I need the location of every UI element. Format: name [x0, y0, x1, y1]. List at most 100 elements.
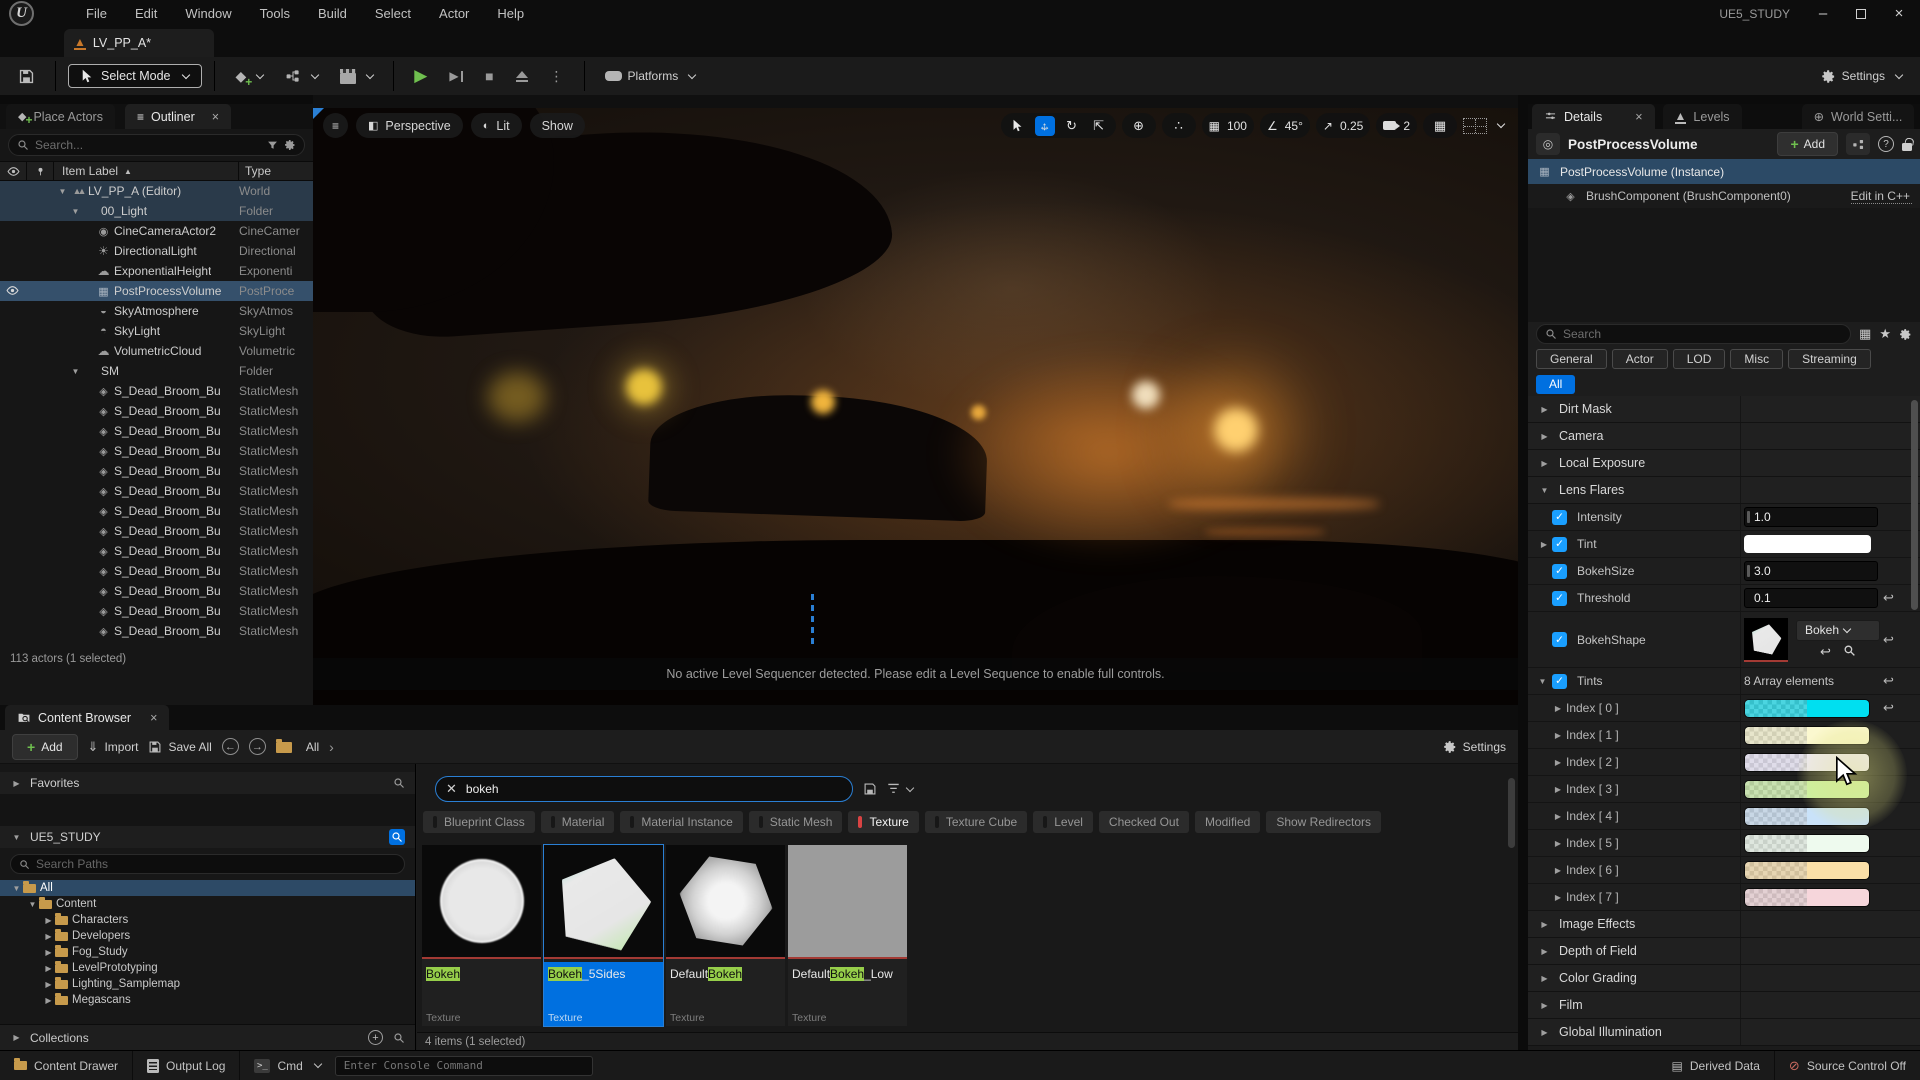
tint-array-row[interactable]: Index [ 7 ]	[1528, 884, 1920, 911]
tint-array-row[interactable]: Index [ 4 ]	[1528, 803, 1920, 830]
rotation-snap-control[interactable]: ∠45°	[1260, 113, 1310, 138]
category-filter-button[interactable]: General	[1536, 349, 1607, 369]
surface-snap-icon[interactable]: ∴	[1169, 116, 1189, 136]
tint-array-row[interactable]: Index [ 1 ]	[1528, 722, 1920, 749]
collections-search-icon[interactable]	[393, 1032, 405, 1044]
filter-chip[interactable]: Material	[541, 811, 615, 833]
display-mode-icon[interactable]: ▦	[1859, 326, 1871, 342]
use-selected-asset-icon[interactable]: ↩	[1820, 644, 1831, 660]
unreal-logo-icon[interactable]: U	[9, 1, 34, 26]
maximize-viewport-icon[interactable]: ▦	[1430, 116, 1450, 136]
details-section-collapsed[interactable]: Film	[1528, 992, 1920, 1019]
folder-tree-item[interactable]: Lighting_Samplemap	[0, 976, 415, 992]
checkbox[interactable]: ✓	[1552, 564, 1567, 579]
content-settings-button[interactable]: Settings	[1443, 740, 1506, 754]
tint-array-row[interactable]: Index [ 0 ] ↩	[1528, 695, 1920, 722]
revert-icon[interactable]: ↩	[1883, 590, 1894, 606]
details-section-collapsed[interactable]: Color Grading	[1528, 965, 1920, 992]
outliner-row[interactable]: S_Dead_Broom_Bu StaticMesh	[0, 621, 313, 641]
import-button[interactable]: ⇓Import	[88, 739, 139, 755]
derived-data-button[interactable]: ▤ Derived Data	[1658, 1051, 1775, 1080]
tint-color-swatch[interactable]	[1744, 807, 1870, 826]
pin-column-icon[interactable]	[26, 162, 54, 180]
outliner-row[interactable]: S_Dead_Broom_Bu StaticMesh	[0, 401, 313, 421]
help-icon[interactable]: ?	[1878, 136, 1894, 152]
viewport-menu-button[interactable]: ≡	[323, 113, 348, 138]
grid-snap-control[interactable]: ▦100	[1202, 113, 1254, 138]
component-row[interactable]: BrushComponent (BrushComponent0) Edit in…	[1528, 184, 1920, 208]
move-tool-icon[interactable]	[1035, 116, 1055, 136]
tint-array-row[interactable]: Index [ 6 ]	[1528, 857, 1920, 884]
filter-chip[interactable]: Checked Out	[1099, 811, 1189, 833]
blueprint-edit-button[interactable]	[1846, 133, 1870, 155]
outliner-row[interactable]: PostProcessVolume PostProce	[0, 281, 313, 301]
expander-icon[interactable]	[42, 916, 55, 925]
save-all-button[interactable]: Save All	[148, 740, 211, 754]
outliner-row[interactable]: S_Dead_Broom_Bu StaticMesh	[0, 501, 313, 521]
outliner-row[interactable]: S_Dead_Broom_Bu StaticMesh	[0, 461, 313, 481]
outliner-row[interactable]: LV_PP_A (Editor) World	[0, 181, 313, 201]
outliner-row[interactable]: S_Dead_Broom_Bu StaticMesh	[0, 521, 313, 541]
filter-chip[interactable]: Modified	[1195, 811, 1260, 833]
expander-icon[interactable]	[42, 996, 55, 1005]
breadcrumb-root[interactable]: All	[306, 740, 319, 754]
filter-dropdown[interactable]	[887, 783, 913, 795]
checkbox[interactable]: ✓	[1552, 510, 1567, 525]
menu-item[interactable]: Window	[173, 2, 243, 25]
save-search-icon[interactable]	[863, 782, 877, 796]
tint-color-swatch[interactable]	[1744, 888, 1870, 907]
tint-color-swatch[interactable]	[1744, 699, 1870, 718]
visibility-eye-icon[interactable]	[6, 284, 19, 297]
play-options-button[interactable]: ⋮	[542, 63, 572, 90]
filter-chip[interactable]: Show Redirectors	[1266, 811, 1381, 833]
outliner-row[interactable]: VolumetricCloud Volumetric	[0, 341, 313, 361]
select-tool-icon[interactable]	[1008, 116, 1028, 136]
outliner-row[interactable]: SM Folder	[0, 361, 313, 381]
asset-search-input[interactable]: ✕ bokeh	[435, 776, 853, 802]
details-section-collapsed[interactable]: Image Effects	[1528, 911, 1920, 938]
tint-color-swatch[interactable]	[1744, 834, 1870, 853]
expander-icon[interactable]	[69, 367, 82, 376]
show-dropdown[interactable]: Show	[530, 113, 585, 138]
tab-outliner[interactable]: ≡ Outliner ×	[125, 104, 231, 129]
tint-color-swatch[interactable]	[1744, 726, 1870, 745]
settings-dropdown[interactable]: Settings	[1813, 64, 1910, 89]
favorites-search-icon[interactable]	[393, 777, 405, 789]
category-filter-button[interactable]: Actor	[1612, 349, 1668, 369]
expander-icon[interactable]	[26, 900, 39, 909]
search-paths-input[interactable]: Search Paths	[10, 854, 405, 874]
details-search-input[interactable]: Search	[1536, 324, 1851, 344]
details-section-collapsed[interactable]: Depth of Field	[1528, 938, 1920, 965]
details-settings-icon[interactable]	[1899, 328, 1912, 341]
expander-icon[interactable]	[42, 932, 55, 941]
asset-tile[interactable]: DefaultBokeh_Low Texture	[788, 845, 907, 1026]
tab-content-browser[interactable]: Content Browser ×	[5, 705, 169, 730]
output-log-button[interactable]: Output Log	[133, 1051, 240, 1080]
tint-array-row[interactable]: Index [ 3 ]	[1528, 776, 1920, 803]
column-item-label[interactable]: Item Label	[62, 164, 118, 178]
outliner-row[interactable]: S_Dead_Broom_Bu StaticMesh	[0, 561, 313, 581]
folder-tree-item[interactable]: LevelPrototyping	[0, 960, 415, 976]
browse-to-asset-icon[interactable]	[1843, 644, 1856, 657]
close-tab-icon[interactable]: ×	[150, 711, 157, 725]
viewport-scene[interactable]: No active Level Sequencer detected. Plea…	[313, 108, 1518, 708]
save-button[interactable]	[10, 63, 43, 90]
collections-section[interactable]: Collections +	[0, 1024, 415, 1050]
category-filter-button[interactable]: Streaming	[1788, 349, 1871, 369]
menu-item[interactable]: Select	[363, 2, 423, 25]
project-section[interactable]: UE5_STUDY	[0, 826, 415, 848]
scale-tool-icon[interactable]: ⇱	[1089, 116, 1109, 136]
filter-chip[interactable]: Blueprint Class	[423, 811, 535, 833]
tab-details[interactable]: Details ×	[1532, 104, 1655, 129]
content-drawer-button[interactable]: Content Drawer	[0, 1051, 133, 1080]
tab-world-settings[interactable]: ⊕ World Setti...	[1802, 104, 1915, 129]
details-section-collapsed[interactable]: Camera	[1528, 423, 1920, 450]
expander-icon[interactable]	[69, 207, 82, 216]
asset-view-scrollbar[interactable]	[1508, 778, 1515, 848]
checkbox[interactable]: ✓	[1552, 632, 1567, 647]
maximize-button[interactable]	[1856, 9, 1866, 19]
tint-array-row[interactable]: Index [ 5 ]	[1528, 830, 1920, 857]
level-tab[interactable]: ▲ LV_PP_A*	[64, 29, 214, 57]
outliner-row[interactable]: S_Dead_Broom_Bu StaticMesh	[0, 441, 313, 461]
stop-button[interactable]: ■	[477, 63, 501, 89]
